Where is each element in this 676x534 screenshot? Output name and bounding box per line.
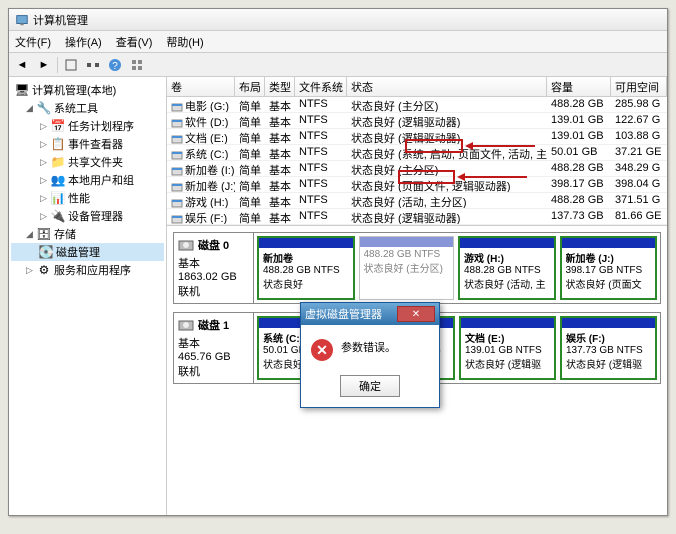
volume-list[interactable]: 电影 (G:) 简单基本NTFS 状态良好 (主分区)488.28 GB285.… <box>167 97 667 225</box>
volume-row[interactable]: 软件 (D:) 简单基本NTFS 状态良好 (逻辑驱动器)139.01 GB12… <box>167 113 667 129</box>
forward-button[interactable]: ► <box>35 56 53 74</box>
titlebar[interactable]: 计算机管理 <box>9 9 667 31</box>
partition[interactable]: 新加卷 (J:)398.17 GB NTFS状态良好 (页面文 <box>560 236 658 300</box>
menu-file[interactable]: 文件(F) <box>15 34 51 50</box>
disk-label[interactable]: 磁盘 0 基本1863.02 GB联机 <box>174 233 254 303</box>
folder-icon: 🔌 <box>51 209 65 223</box>
tree-item[interactable]: ▷📊性能 <box>11 189 164 207</box>
expand-icon[interactable]: ▷ <box>39 158 48 167</box>
tree-storage[interactable]: ◢🗄存储 <box>11 225 164 243</box>
col-status[interactable]: 状态 <box>347 77 547 96</box>
dialog-title: 虚拟磁盘管理器 <box>305 306 382 322</box>
partition-bar <box>562 318 655 328</box>
dialog-buttons: 确定 <box>301 369 439 407</box>
tree-root[interactable]: 🖥计算机管理(本地) <box>11 81 164 99</box>
partition-bar <box>460 238 554 248</box>
close-button[interactable]: ✕ <box>397 306 435 322</box>
error-dialog[interactable]: 虚拟磁盘管理器 ✕ ✕ 参数错误。 确定 <box>300 302 440 408</box>
storage-icon: 🗄 <box>37 227 51 241</box>
partition-bar <box>259 238 353 248</box>
volume-row[interactable]: 娱乐 (F:) 简单基本NTFS 状态良好 (逻辑驱动器)137.73 GB81… <box>167 209 667 225</box>
computer-icon: 🖥 <box>15 83 29 97</box>
back-button[interactable]: ◄ <box>13 56 31 74</box>
expand-icon[interactable]: ▷ <box>39 122 48 131</box>
dialog-titlebar[interactable]: 虚拟磁盘管理器 ✕ <box>301 303 439 325</box>
menu-view[interactable]: 查看(V) <box>116 34 153 50</box>
partition[interactable]: 488.28 GB NTFS状态良好 (主分区) <box>359 236 455 300</box>
folder-icon: 📋 <box>51 137 65 151</box>
expand-icon[interactable]: ▷ <box>25 266 34 275</box>
partition[interactable]: 娱乐 (F:)137.73 GB NTFS状态良好 (逻辑驱 <box>560 316 657 380</box>
separator <box>57 57 58 73</box>
toolbar-btn-3[interactable] <box>128 56 146 74</box>
tree-disk-mgmt[interactable]: 💽磁盘管理 <box>11 243 164 261</box>
col-free[interactable]: 可用空间 <box>611 77 667 96</box>
ok-button[interactable]: 确定 <box>340 375 400 397</box>
list-header: 卷 布局 类型 文件系统 状态 容量 可用空间 <box>167 77 667 97</box>
tree-services[interactable]: ▷⚙服务和应用程序 <box>11 261 164 279</box>
expand-icon[interactable]: ▷ <box>39 194 48 203</box>
volume-row[interactable]: 新加卷 (I:) 简单基本NTFS 状态良好 (主分区)488.28 GB348… <box>167 161 667 177</box>
expand-icon[interactable]: ▷ <box>39 212 48 221</box>
disk-icon: 💽 <box>39 245 53 259</box>
main-window: 计算机管理 文件(F) 操作(A) 查看(V) 帮助(H) ◄ ► ? 🖥计算机… <box>8 8 668 516</box>
folder-icon: 📁 <box>51 155 65 169</box>
tree-item[interactable]: ▷📋事件查看器 <box>11 135 164 153</box>
volume-row[interactable]: 系统 (C:) 简单基本NTFS 状态良好 (系统, 启动, 页面文件, 活动,… <box>167 145 667 161</box>
volume-row[interactable]: 文档 (E:) 简单基本NTFS 状态良好 (逻辑驱动器)139.01 GB10… <box>167 129 667 145</box>
content-pane: 卷 布局 类型 文件系统 状态 容量 可用空间 电影 (G:) 简单基本NTFS… <box>167 77 667 515</box>
volume-row[interactable]: 新加卷 (J:) 简单基本NTFS 状态良好 (页面文件, 逻辑驱动器)398.… <box>167 177 667 193</box>
partition-bar <box>562 238 656 248</box>
tree-item[interactable]: ▷📁共享文件夹 <box>11 153 164 171</box>
toolbar-btn-1[interactable] <box>62 56 80 74</box>
help-icon[interactable]: ? <box>106 56 124 74</box>
volume-row[interactable]: 电影 (G:) 简单基本NTFS 状态良好 (主分区)488.28 GB285.… <box>167 97 667 113</box>
tree-system-tools[interactable]: ◢🔧系统工具 <box>11 99 164 117</box>
menu-action[interactable]: 操作(A) <box>65 34 102 50</box>
nav-tree[interactable]: 🖥计算机管理(本地) ◢🔧系统工具 ▷📅任务计划程序▷📋事件查看器▷📁共享文件夹… <box>9 77 167 515</box>
collapse-icon[interactable]: ◢ <box>25 104 34 113</box>
collapse-icon[interactable]: ◢ <box>25 230 34 239</box>
col-type[interactable]: 类型 <box>265 77 295 96</box>
expand-icon[interactable]: ▷ <box>39 140 48 149</box>
partition-bar <box>360 237 454 247</box>
partition[interactable]: 游戏 (H:)488.28 GB NTFS状态良好 (活动, 主 <box>458 236 556 300</box>
partition[interactable]: 文档 (E:)139.01 GB NTFS状态良好 (逻辑驱 <box>459 316 556 380</box>
col-volume[interactable]: 卷 <box>167 77 235 96</box>
partition-bar <box>461 318 554 328</box>
partition[interactable]: 新加卷488.28 GB NTFS状态良好 <box>257 236 355 300</box>
svg-text:?: ? <box>112 61 118 72</box>
dialog-body: ✕ 参数错误。 <box>301 325 439 369</box>
menubar: 文件(F) 操作(A) 查看(V) 帮助(H) <box>9 31 667 53</box>
app-icon <box>15 13 29 27</box>
disk-row[interactable]: 磁盘 0 基本1863.02 GB联机 新加卷488.28 GB NTFS状态良… <box>173 232 661 304</box>
volume-row[interactable]: 游戏 (H:) 简单基本NTFS 状态良好 (活动, 主分区)488.28 GB… <box>167 193 667 209</box>
toolbar-btn-2[interactable] <box>84 56 102 74</box>
folder-icon: 📊 <box>51 191 65 205</box>
col-fs[interactable]: 文件系统 <box>295 77 347 96</box>
folder-icon: 👥 <box>51 173 65 187</box>
dialog-message: 参数错误。 <box>341 339 396 355</box>
tree-item[interactable]: ▷🔌设备管理器 <box>11 207 164 225</box>
window-title: 计算机管理 <box>33 12 88 28</box>
services-icon: ⚙ <box>37 263 51 277</box>
col-layout[interactable]: 布局 <box>235 77 265 96</box>
menu-help[interactable]: 帮助(H) <box>166 34 203 50</box>
tree-item[interactable]: ▷👥本地用户和组 <box>11 171 164 189</box>
wrench-icon: 🔧 <box>37 101 51 115</box>
expand-icon[interactable]: ▷ <box>39 176 48 185</box>
tree-item[interactable]: ▷📅任务计划程序 <box>11 117 164 135</box>
col-capacity[interactable]: 容量 <box>547 77 611 96</box>
toolbar: ◄ ► ? <box>9 53 667 77</box>
folder-icon: 📅 <box>51 119 65 133</box>
error-icon: ✕ <box>311 339 333 361</box>
disk-label[interactable]: 磁盘 1 基本465.76 GB联机 <box>174 313 254 383</box>
